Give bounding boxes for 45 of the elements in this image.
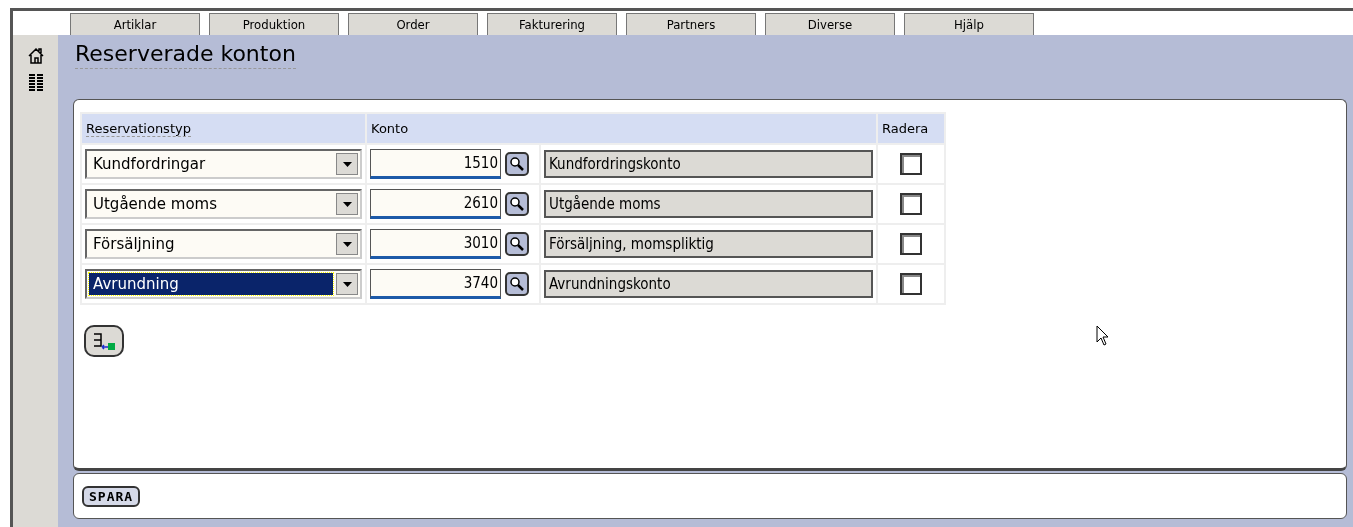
menu-tab[interactable]: Order — [348, 13, 478, 35]
delete-checkbox[interactable] — [900, 153, 922, 175]
search-button[interactable] — [505, 192, 529, 216]
account-name-field: Avrundningskonto — [544, 270, 873, 298]
cursor-icon — [1096, 325, 1110, 347]
search-icon — [509, 276, 525, 292]
search-icon — [509, 196, 525, 212]
account-field[interactable]: 3010 — [370, 229, 501, 259]
account-name-field: Utgående moms — [544, 190, 873, 218]
home-icon[interactable] — [26, 47, 45, 65]
caret-icon — [342, 161, 352, 167]
menu-tab[interactable]: Artiklar — [70, 13, 200, 35]
search-button[interactable] — [505, 232, 529, 256]
account-field[interactable]: 2610 — [370, 189, 501, 219]
menu-tab[interactable]: Diverse — [765, 13, 895, 35]
search-icon — [509, 156, 525, 172]
caret-icon — [342, 241, 352, 247]
search-icon — [509, 236, 525, 252]
column-header: Konto — [366, 113, 877, 144]
account-field[interactable]: 1510 — [370, 149, 501, 179]
type-dropdown[interactable]: Kundfordringar — [85, 149, 362, 179]
account-field[interactable]: 3740 — [370, 269, 501, 299]
menu-tab[interactable]: Partners — [626, 13, 756, 35]
account-name-field: Försäljning, momspliktig — [544, 230, 873, 258]
menu-tab[interactable]: Produktion — [209, 13, 339, 35]
delete-checkbox[interactable] — [900, 193, 922, 215]
column-header: Radera — [877, 113, 945, 144]
column-header: Reservationstyp — [81, 113, 366, 144]
menu-tab[interactable]: Hjälp — [904, 13, 1034, 35]
type-dropdown[interactable]: Utgående moms — [85, 189, 362, 219]
account-name-field: Kundfordringskonto — [544, 150, 873, 178]
caret-icon — [342, 281, 352, 287]
delete-checkbox[interactable] — [900, 273, 922, 295]
list-icon[interactable] — [27, 73, 44, 91]
search-button[interactable] — [505, 272, 529, 296]
add-row-icon — [91, 331, 117, 351]
type-dropdown[interactable]: Försäljning — [85, 229, 362, 259]
add-row-button[interactable] — [84, 325, 124, 357]
page-title: Reserverade konton — [75, 41, 296, 69]
delete-checkbox[interactable] — [900, 233, 922, 255]
search-button[interactable] — [505, 152, 529, 176]
save-button[interactable]: SPARA — [82, 485, 141, 507]
type-dropdown[interactable]: Avrundning — [85, 269, 362, 299]
caret-icon — [342, 201, 352, 207]
menu-tab[interactable]: Fakturering — [487, 13, 617, 35]
